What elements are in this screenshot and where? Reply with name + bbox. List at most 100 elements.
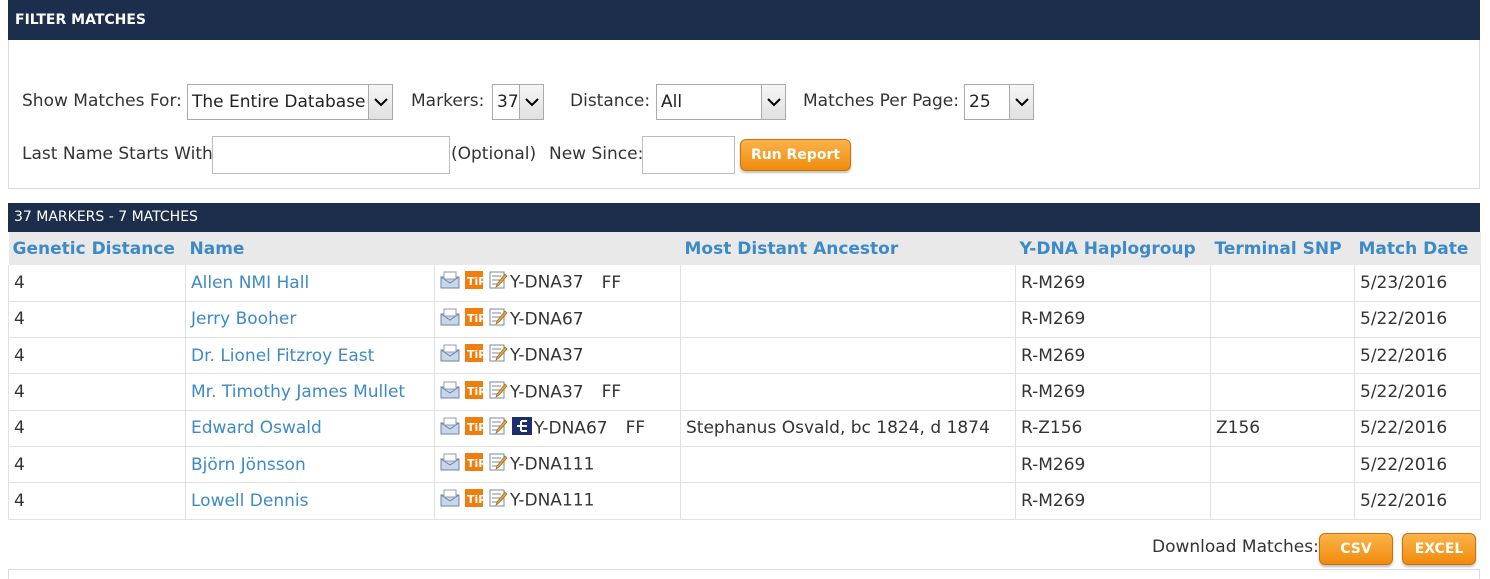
col-most-distant-ancestor[interactable]: Most Distant Ancestor bbox=[680, 232, 1016, 265]
email-icon[interactable] bbox=[440, 489, 460, 512]
match-date-cell: 5/22/2016 bbox=[1354, 445, 1481, 484]
haplogroup-cell: R-M269 bbox=[1015, 300, 1211, 339]
svg-text:TiP: TiP bbox=[467, 348, 484, 361]
test-type: Y-DNA111 bbox=[510, 454, 595, 475]
matches-per-page-select[interactable]: 25 bbox=[964, 84, 1034, 120]
genetic-distance-cell: 4 bbox=[8, 337, 186, 375]
col-name[interactable]: Name bbox=[185, 232, 435, 265]
terminal-snp-cell bbox=[1210, 373, 1355, 411]
chevron-down-icon bbox=[519, 85, 543, 119]
notes-icon[interactable] bbox=[488, 381, 508, 404]
notes-icon[interactable] bbox=[488, 344, 508, 367]
match-name-link[interactable]: Edward Oswald bbox=[191, 418, 322, 438]
svg-text:TiP: TiP bbox=[467, 385, 484, 398]
table-row: 4Jerry Booher TiP Y-DNA67 R-M269 5/22/2016 bbox=[8, 300, 1481, 339]
distance-select[interactable]: All bbox=[656, 84, 786, 120]
tip-calculator-icon[interactable]: TiP bbox=[464, 344, 484, 367]
haplogroup-cell: R-M269 bbox=[1015, 445, 1211, 484]
test-type: Y-DNA37 bbox=[510, 382, 584, 403]
tip-calculator-icon[interactable]: TiP bbox=[464, 489, 484, 512]
ancestor-cell bbox=[680, 373, 1016, 411]
haplogroup-cell: R-M269 bbox=[1015, 337, 1211, 375]
test-type: Y-DNA37 bbox=[510, 345, 584, 366]
markers-select[interactable]: 37 bbox=[492, 84, 544, 120]
match-name-link[interactable]: Jerry Booher bbox=[191, 309, 296, 329]
col-genetic-distance[interactable]: Genetic Distance bbox=[8, 232, 186, 265]
new-since-input[interactable] bbox=[642, 136, 735, 174]
svg-text:TiP: TiP bbox=[467, 275, 484, 288]
last-name-input[interactable] bbox=[212, 136, 450, 174]
notes-icon[interactable] bbox=[488, 271, 508, 294]
email-icon[interactable] bbox=[440, 453, 460, 476]
svg-text:TiP: TiP bbox=[467, 312, 484, 325]
ancestor-cell bbox=[680, 445, 1016, 484]
table-row: 4Edward Oswald TiP Y-DNA67 FF Stephanus Osva… bbox=[8, 409, 1481, 447]
match-name-link[interactable]: Björn Jönsson bbox=[191, 455, 306, 475]
terminal-snp-cell bbox=[1210, 445, 1355, 484]
name-cell: Lowell Dennis bbox=[185, 482, 435, 520]
tests-cell: TiP Y-DNA67 bbox=[434, 300, 681, 339]
csv-download-button[interactable]: CSV bbox=[1319, 533, 1393, 565]
chevron-down-icon bbox=[761, 85, 785, 119]
chevron-down-icon bbox=[1009, 85, 1033, 119]
email-icon[interactable] bbox=[440, 417, 460, 440]
filter-matches-header: FILTER MATCHES bbox=[8, 0, 1480, 40]
run-report-button[interactable]: Run Report bbox=[740, 139, 851, 171]
haplogroup-cell: R-M269 bbox=[1015, 373, 1211, 411]
ancestor-cell: Stephanus Osvald, bc 1824, d 1874 bbox=[680, 409, 1016, 447]
svg-text:TiP: TiP bbox=[467, 421, 484, 434]
markers-label: Markers: bbox=[411, 91, 485, 111]
tests-cell: TiP Y-DNA111 bbox=[434, 482, 681, 520]
genetic-distance-cell: 4 bbox=[8, 300, 186, 339]
notes-icon[interactable] bbox=[488, 489, 508, 512]
name-cell: Mr. Timothy James Mullet bbox=[185, 373, 435, 411]
match-name-link[interactable]: Dr. Lionel Fitzroy East bbox=[191, 346, 374, 366]
match-name-link[interactable]: Allen NMI Hall bbox=[191, 273, 309, 293]
tip-calculator-icon[interactable]: TiP bbox=[464, 307, 484, 331]
tip-calculator-icon[interactable]: TiP bbox=[464, 380, 484, 404]
notes-icon[interactable] bbox=[488, 417, 508, 440]
last-name-label: Last Name Starts With: bbox=[22, 144, 219, 164]
filter-panel: Show Matches For: The Entire Database Ma… bbox=[8, 40, 1480, 189]
excel-download-button[interactable]: EXCEL bbox=[1402, 533, 1476, 565]
family-finder-badge: FF bbox=[601, 272, 622, 293]
match-date-cell: 5/22/2016 bbox=[1354, 409, 1481, 447]
col-terminal-snp[interactable]: Terminal SNP bbox=[1210, 232, 1355, 265]
email-icon[interactable] bbox=[440, 271, 460, 294]
tip-calculator-icon[interactable]: TiP bbox=[464, 271, 484, 294]
email-icon[interactable] bbox=[440, 344, 460, 367]
tests-cell: TiP Y-DNA37 FF bbox=[434, 373, 681, 411]
name-cell: Allen NMI Hall bbox=[185, 265, 435, 302]
match-date-cell: 5/22/2016 bbox=[1354, 300, 1481, 339]
match-name-link[interactable]: Lowell Dennis bbox=[191, 491, 308, 511]
notes-icon[interactable] bbox=[488, 308, 508, 331]
family-finder-badge: FF bbox=[625, 418, 646, 439]
table-row: 4Dr. Lionel Fitzroy East TiP Y-DNA37 R-M269… bbox=[8, 337, 1481, 375]
tip-calculator-icon[interactable]: TiP bbox=[464, 453, 484, 476]
email-icon[interactable] bbox=[440, 381, 460, 404]
table-row: 4Allen NMI Hall TiP Y-DNA37 FF R-M269 5/23/20… bbox=[8, 265, 1481, 302]
table-header-row: Genetic Distance Name Most Distant Ances… bbox=[8, 232, 1481, 265]
haplogroup-cell: R-M269 bbox=[1015, 482, 1211, 520]
test-type: Y-DNA67 bbox=[534, 418, 608, 439]
family-tree-icon[interactable] bbox=[512, 416, 532, 440]
show-matches-select[interactable]: The Entire Database bbox=[187, 84, 393, 120]
ancestor-cell bbox=[680, 482, 1016, 520]
family-finder-badge: FF bbox=[601, 382, 622, 403]
genetic-distance-cell: 4 bbox=[8, 445, 186, 484]
matches-table: Genetic Distance Name Most Distant Ances… bbox=[8, 232, 1481, 520]
match-name-link[interactable]: Mr. Timothy James Mullet bbox=[191, 382, 405, 402]
matches-table-body: 4Allen NMI HallTiPY-DNA37FFR-M2695/23/20… bbox=[8, 265, 1481, 520]
tip-calculator-icon[interactable]: TiP bbox=[464, 416, 484, 440]
genetic-distance-cell: 4 bbox=[8, 265, 186, 302]
col-haplogroup[interactable]: Y-DNA Haplogroup bbox=[1015, 232, 1211, 265]
svg-text:TiP: TiP bbox=[467, 493, 484, 506]
tests-cell: TiP Y-DNA67 FF bbox=[434, 409, 681, 447]
ancestor-cell bbox=[680, 337, 1016, 375]
genetic-distance-cell: 4 bbox=[8, 482, 186, 520]
email-icon[interactable] bbox=[440, 308, 460, 331]
table-row: 4Mr. Timothy James Mullet TiP Y-DNA37 FF R-M… bbox=[8, 373, 1481, 411]
tests-cell: TiP Y-DNA37 bbox=[434, 337, 681, 375]
col-match-date[interactable]: Match Date bbox=[1354, 232, 1481, 265]
notes-icon[interactable] bbox=[488, 453, 508, 476]
